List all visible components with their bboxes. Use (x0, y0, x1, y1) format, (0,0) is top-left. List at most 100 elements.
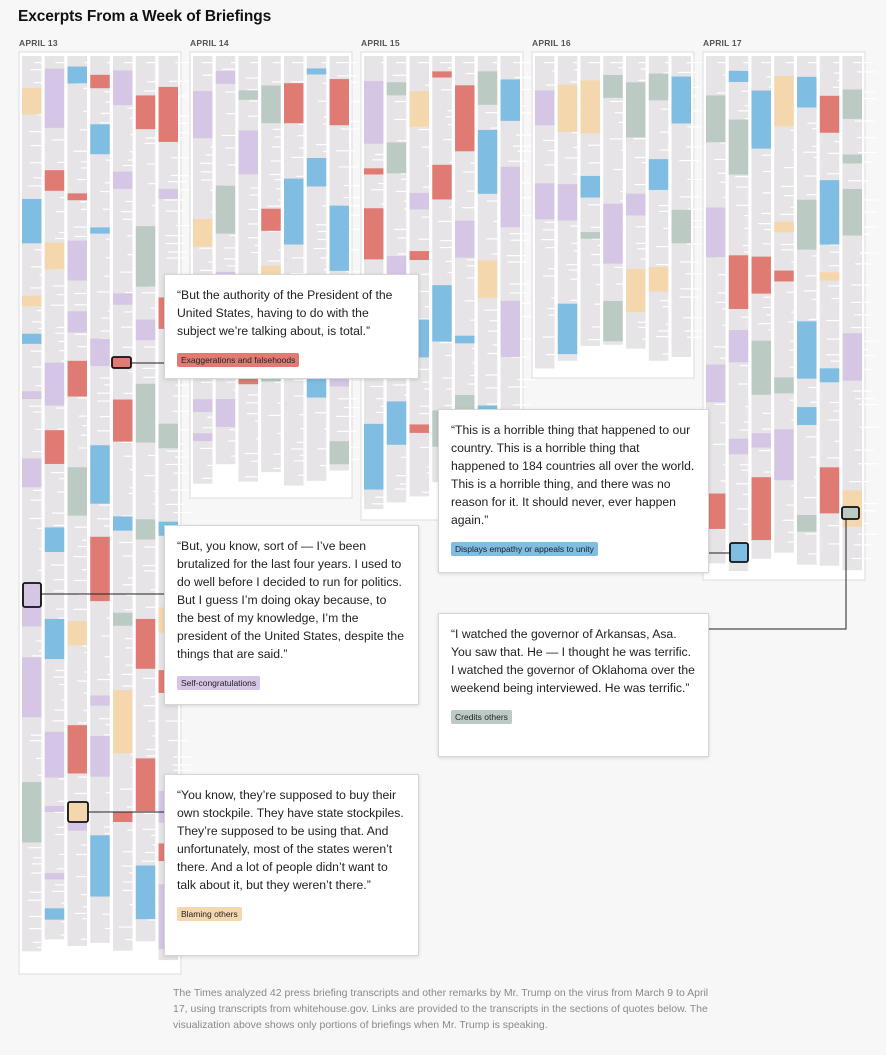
highlighted-passage (193, 91, 213, 139)
highlighted-passage (364, 423, 384, 490)
line-break (169, 80, 189, 82)
highlighted-passage (797, 515, 817, 532)
highlighted-passage (409, 192, 429, 210)
highlighted-passage (728, 255, 749, 309)
footnote: The Times analyzed 42 press briefing tra… (173, 987, 709, 1031)
highlighted-passage (67, 240, 87, 281)
highlighted-passage (842, 333, 862, 381)
line-break (27, 899, 48, 901)
highlighted-passage (306, 157, 327, 187)
highlighted-passage (842, 188, 862, 236)
highlighted-passage (261, 208, 281, 231)
highlighted-passage (158, 86, 178, 142)
line-break (338, 398, 358, 400)
highlighted-passage (44, 362, 65, 406)
highlighted-passage (603, 203, 623, 264)
highlighted-passage (193, 218, 213, 247)
line-break (171, 174, 191, 177)
line-break (207, 464, 227, 467)
highlighted-passage (386, 401, 407, 445)
line-break (851, 327, 871, 329)
category-tag-credits-others: Credits others (451, 710, 512, 724)
highlighted-passage (44, 873, 65, 880)
line-break (853, 544, 874, 546)
highlighted-passage (626, 193, 646, 216)
callout-quote: “I watched the governor of Arkansas, Asa… (451, 627, 695, 695)
highlighted-passage (500, 79, 520, 121)
highlighted-passage (44, 242, 65, 270)
highlighted-passage (135, 618, 156, 669)
highlighted-passage (113, 690, 133, 754)
line-break (370, 385, 390, 388)
line-break (165, 720, 185, 722)
line-break (854, 314, 874, 316)
line-break (141, 860, 162, 862)
line-break (858, 463, 878, 465)
highlighted-passage (215, 70, 236, 84)
highlighted-passage (580, 80, 600, 134)
line-break (677, 71, 698, 73)
line-break (118, 926, 139, 928)
line-break (171, 157, 191, 159)
highlighted-passage (135, 95, 156, 130)
line-break (343, 196, 363, 199)
line-break (512, 145, 533, 147)
line-break (168, 739, 188, 742)
line-break (509, 292, 530, 294)
line-break (855, 398, 875, 400)
line-break (685, 273, 706, 275)
callout-quote: “You know, they’re supposed to buy their… (177, 788, 404, 892)
highlighted-passage (215, 185, 236, 234)
highlighted-passage (44, 527, 65, 552)
line-break (517, 379, 537, 381)
highlighted-passage (215, 399, 236, 427)
highlighted-passage (67, 725, 87, 774)
highlighted-passage (500, 166, 520, 228)
highlighted-passage (22, 333, 42, 344)
highlighted-passage (500, 300, 520, 358)
line-break (856, 71, 877, 73)
highlighted-passage (158, 423, 178, 449)
highlighted-passage (432, 285, 452, 342)
line-break (507, 261, 527, 263)
line-break (679, 159, 699, 162)
highlighted-passage (728, 330, 749, 363)
line-break (858, 151, 878, 154)
line-break (172, 764, 193, 766)
line-break (73, 150, 94, 152)
highlighted-passage (193, 399, 213, 413)
highlighted-passage (135, 383, 156, 443)
highlighted-passage (158, 188, 178, 199)
transcript-column (238, 56, 258, 482)
line-break (173, 511, 194, 514)
highlighted-passage (774, 75, 794, 127)
category-tag-self-congratulations: Self-congratulations (177, 676, 261, 690)
highlighted-passage (557, 84, 578, 132)
highlighted-passage (113, 811, 133, 823)
line-break (685, 146, 706, 148)
line-break (343, 184, 364, 187)
highlighted-passage (90, 536, 110, 602)
highlighted-passage (67, 360, 87, 397)
highlighted-passage (90, 695, 110, 706)
quote-marker (729, 542, 749, 563)
highlighted-passage (626, 269, 646, 313)
highlighted-passage (90, 74, 110, 89)
line-break (512, 404, 533, 406)
line-break (848, 180, 868, 182)
highlighted-passage (306, 68, 327, 75)
line-break (510, 239, 531, 241)
line-break (854, 449, 875, 451)
highlighted-passage (819, 467, 840, 514)
highlighted-passage (580, 175, 600, 198)
line-break (244, 476, 265, 478)
quote-marker (841, 506, 860, 520)
highlighted-passage (774, 270, 794, 282)
highlighted-passage (819, 368, 840, 383)
line-break (335, 415, 356, 417)
highlighted-passage (728, 70, 749, 82)
highlighted-passage (44, 68, 65, 128)
highlighted-passage (90, 835, 110, 897)
highlighted-passage (728, 438, 749, 455)
highlighted-passage (774, 429, 794, 481)
